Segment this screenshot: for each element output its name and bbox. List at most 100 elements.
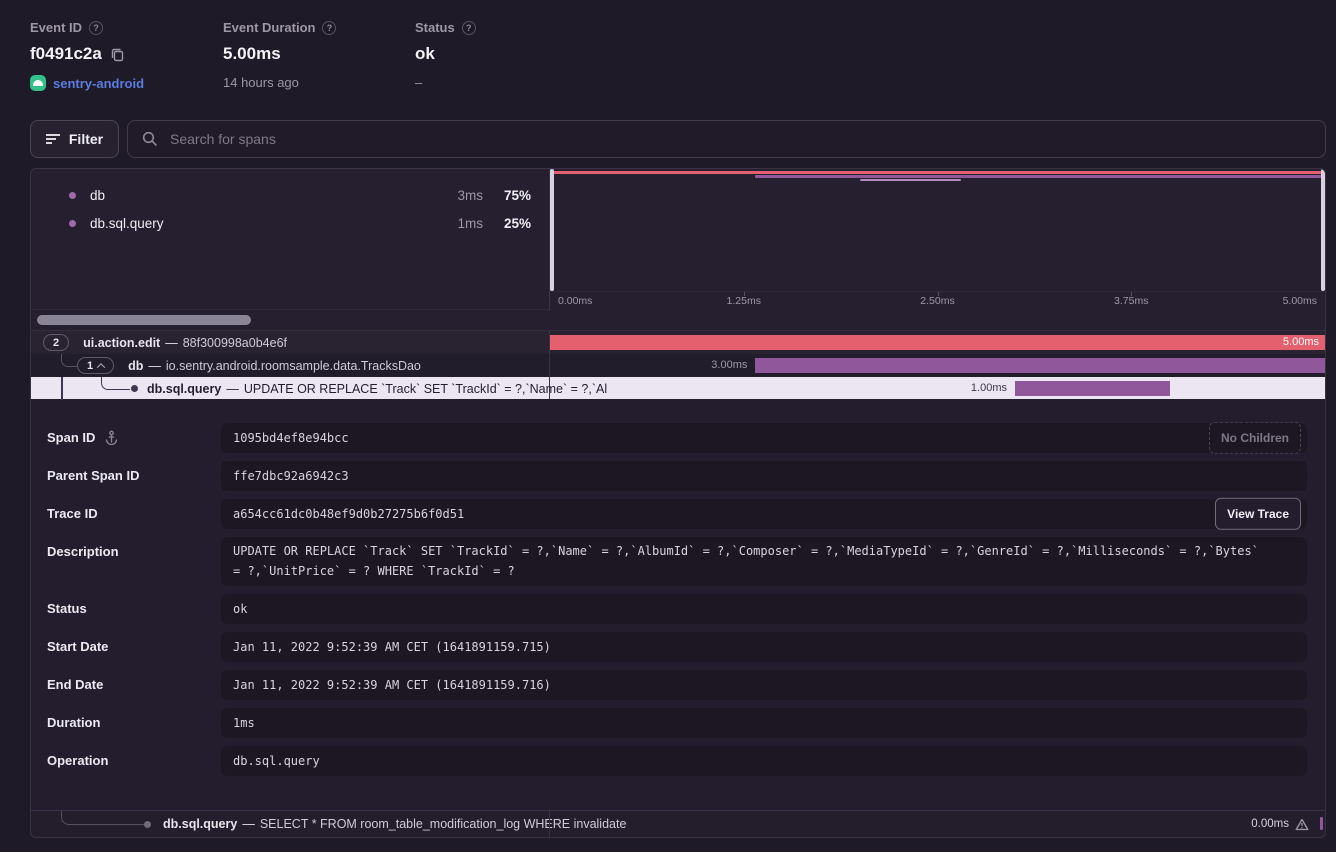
tree-connector: [61, 811, 148, 825]
help-icon[interactable]: ?: [89, 21, 103, 35]
event-id-label: Event ID: [30, 20, 82, 35]
tree-scrollbar-track: [31, 309, 549, 331]
detail-row-parent-span-id: Parent Span ID ffe7dbc92a6942c3: [47, 461, 1307, 491]
search-input[interactable]: [168, 130, 1311, 148]
child-count-badge[interactable]: 2: [43, 334, 69, 351]
op-percent: 25%: [483, 216, 531, 231]
legend-item[interactable]: db.sql.query 1ms 25%: [31, 209, 549, 237]
op-breakdown-legend: db 3ms 75% db.sql.query 1ms 25%: [31, 181, 549, 237]
chevron-up-icon: [97, 363, 105, 371]
time-axis: 0.00ms 1.25ms 2.50ms 3.75ms 5.00ms: [549, 291, 1325, 310]
duration-value[interactable]: 1ms: [221, 708, 1307, 738]
span-details-panel: Span ID 1095bd4ef8e94bcc No Children Par…: [31, 399, 1325, 811]
search-icon: [142, 131, 158, 147]
help-icon[interactable]: ?: [462, 21, 476, 35]
legend-item[interactable]: db 3ms 75%: [31, 181, 549, 209]
warning-icon: [1295, 818, 1309, 831]
op-name: db: [90, 188, 105, 203]
event-duration-ago: 14 hours ago: [223, 75, 299, 90]
android-project-icon: [30, 75, 46, 91]
axis-label: 5.00ms: [1283, 295, 1317, 307]
filter-label: Filter: [69, 131, 103, 147]
event-duration-label: Event Duration: [223, 20, 315, 35]
minimap-left-handle[interactable]: [550, 169, 554, 291]
minimap-span-bar: [755, 175, 1325, 178]
spans-toolbar: Filter: [30, 120, 1326, 158]
status-sub: –: [415, 75, 422, 90]
status-value: ok: [415, 44, 435, 64]
span-id-value[interactable]: 1095bd4ef8e94bcc No Children: [221, 423, 1307, 453]
span-row-db-sql-query-selected[interactable]: 1.00ms db.sql.query—UPDATE OR REPLACE `T…: [31, 377, 1325, 400]
detail-row-start-date: Start Date Jan 11, 2022 9:52:39 AM CET (…: [47, 632, 1307, 662]
detail-row-description: Description UPDATE OR REPLACE `Track` SE…: [47, 537, 1307, 586]
status-detail-value[interactable]: ok: [221, 594, 1307, 624]
view-trace-button[interactable]: View Trace: [1215, 498, 1301, 530]
span-desc: SELECT * FROM room_table_modification_lo…: [260, 817, 627, 831]
description-value[interactable]: UPDATE OR REPLACE `Track` SET `TrackId` …: [221, 537, 1307, 586]
minimap-right-handle[interactable]: [1321, 169, 1325, 291]
op-name: db.sql.query: [90, 216, 164, 231]
span-duration: 0.00ms: [1251, 818, 1289, 830]
help-icon[interactable]: ?: [322, 21, 336, 35]
span-search: [127, 120, 1326, 158]
span-duration: 3.00ms: [711, 354, 747, 377]
zero-duration-span-bar: [1320, 817, 1323, 830]
axis-label: 2.50ms: [920, 295, 954, 307]
detail-row-trace-id: Trace ID a654cc61dc0b48ef9d0b27275b6f0d5…: [47, 499, 1307, 529]
operation-value[interactable]: db.sql.query: [221, 746, 1307, 776]
column-divider: [549, 811, 550, 837]
span-desc: 88f300998a0b4e6f: [183, 336, 287, 350]
event-id-block: Event ID ? f0491c2a sentry-android: [30, 20, 223, 91]
span-tree: 5.00ms 2 ui.action.edit—88f300998a0b4e6f…: [31, 330, 1325, 400]
op-duration: 1ms: [439, 216, 483, 231]
minimap-span-bar: [860, 179, 961, 181]
op-duration: 3ms: [439, 188, 483, 203]
anchor-icon[interactable]: [104, 430, 119, 445]
span-bar: [1015, 381, 1170, 396]
span-bar: 5.00ms: [550, 335, 1325, 350]
minimap-span-bar: [550, 171, 1325, 174]
span-desc: io.sentry.android.roomsample.data.Tracks…: [166, 359, 421, 373]
filter-icon: [46, 133, 60, 145]
axis-label: 0.00ms: [558, 295, 592, 307]
axis-label: 1.25ms: [727, 295, 761, 307]
trace-id-value[interactable]: a654cc61dc0b48ef9d0b27275b6f0d51 View Tr…: [221, 499, 1307, 529]
detail-row-end-date: End Date Jan 11, 2022 9:52:39 AM CET (16…: [47, 670, 1307, 700]
span-row-db[interactable]: 3.00ms 1 db—io.sentry.android.roomsample…: [31, 354, 1325, 377]
status-block: Status ? ok –: [415, 20, 608, 91]
project-link[interactable]: sentry-android: [53, 76, 144, 91]
start-date-value[interactable]: Jan 11, 2022 9:52:39 AM CET (1641891159.…: [221, 632, 1307, 662]
op-percent: 75%: [483, 188, 531, 203]
event-duration-block: Event Duration ? 5.00ms 14 hours ago: [223, 20, 415, 91]
trace-minimap[interactable]: [549, 169, 1325, 291]
collapse-badge[interactable]: 1: [77, 357, 114, 374]
span-detail-page: Event ID ? f0491c2a sentry-android Event…: [0, 0, 1336, 852]
copy-icon[interactable]: [110, 47, 125, 62]
detail-row-operation: Operation db.sql.query: [47, 746, 1307, 776]
op-color-dot: [69, 220, 76, 227]
span-duration: 5.00ms: [1283, 335, 1319, 350]
span-bar: [755, 358, 1325, 373]
leaf-bullet: [144, 821, 151, 828]
detail-row-span-id: Span ID 1095bd4ef8e94bcc No Children: [47, 423, 1307, 453]
span-op: db.sql.query: [147, 382, 221, 396]
event-duration-value: 5.00ms: [223, 44, 281, 64]
event-id-value: f0491c2a: [30, 44, 102, 64]
filter-button[interactable]: Filter: [30, 120, 119, 158]
span-row-sibling[interactable]: db.sql.query—SELECT * FROM room_table_mo…: [31, 810, 1325, 837]
op-color-dot: [69, 192, 76, 199]
trace-waterfall-panel: db 3ms 75% db.sql.query 1ms 25% 0.00: [30, 168, 1326, 838]
parent-span-id-value[interactable]: ffe7dbc92a6942c3: [221, 461, 1307, 491]
detail-row-status: Status ok: [47, 594, 1307, 624]
span-row-ui-action-edit[interactable]: 5.00ms 2 ui.action.edit—88f300998a0b4e6f: [31, 331, 1325, 354]
event-header: Event ID ? f0491c2a sentry-android Event…: [30, 20, 608, 91]
end-date-value[interactable]: Jan 11, 2022 9:52:39 AM CET (1641891159.…: [221, 670, 1307, 700]
span-op: ui.action.edit: [83, 336, 160, 350]
detail-row-duration: Duration 1ms: [47, 708, 1307, 738]
span-op: db: [128, 359, 143, 373]
tree-scrollbar-thumb[interactable]: [37, 315, 251, 325]
axis-label: 3.75ms: [1114, 295, 1148, 307]
span-op: db.sql.query: [163, 817, 237, 831]
no-children-button: No Children: [1209, 422, 1301, 454]
status-label: Status: [415, 20, 455, 35]
